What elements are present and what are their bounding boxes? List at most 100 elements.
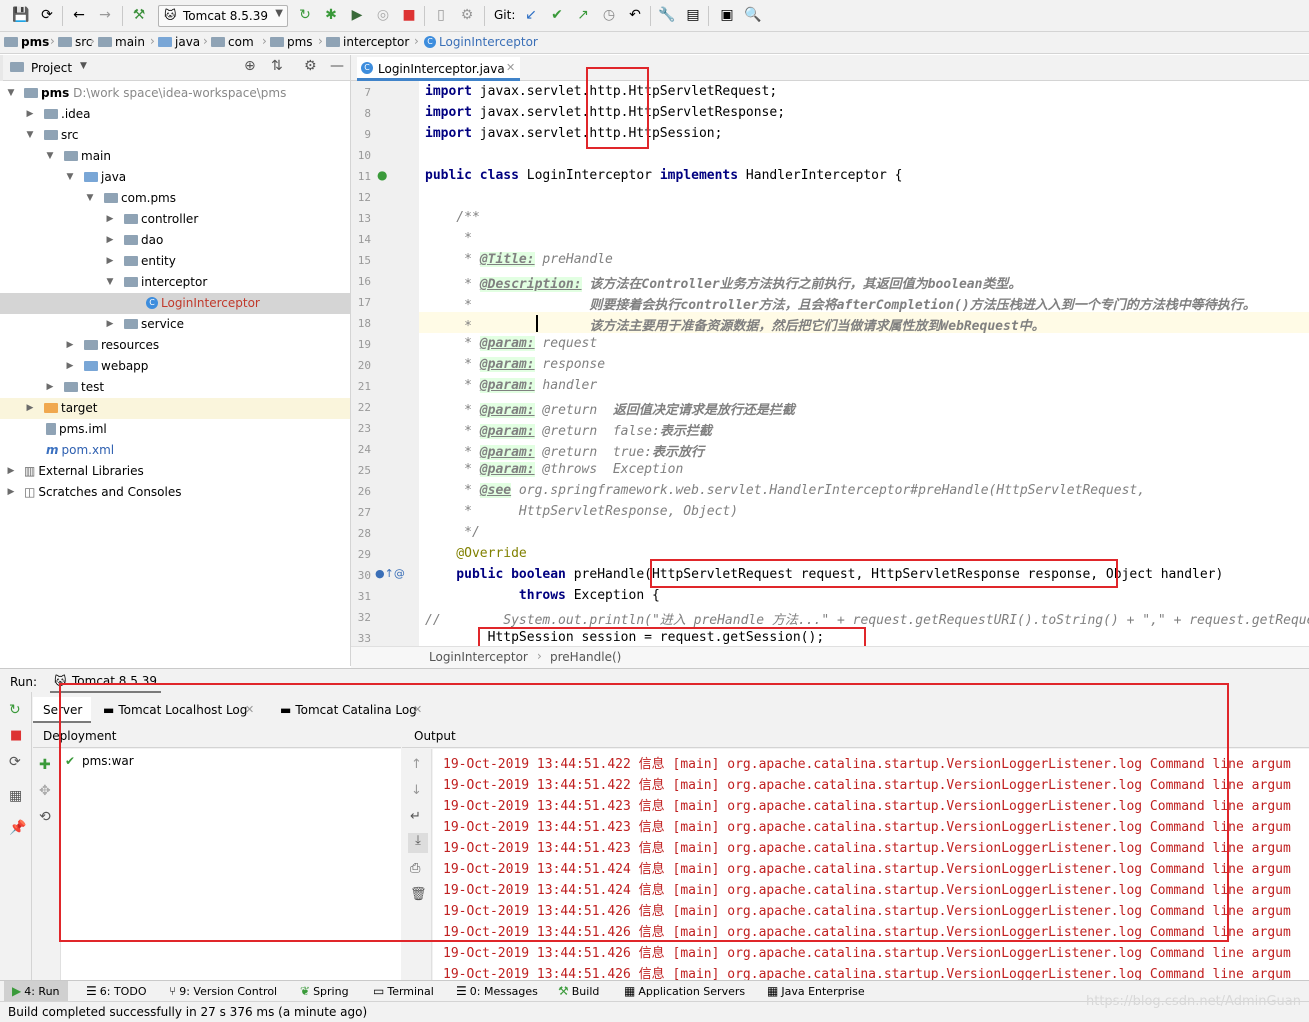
breadcrumb-item-src[interactable]: src xyxy=(58,35,93,49)
tool-tab-application-servers[interactable]: ▦ Application Servers xyxy=(624,984,745,998)
code-line-27[interactable]: * HttpServletResponse, Object) xyxy=(425,504,738,519)
close-icon[interactable]: ✕ xyxy=(506,61,515,74)
breadcrumb-item-java[interactable]: java xyxy=(158,35,200,49)
code-line-28[interactable]: */ xyxy=(425,525,480,540)
code-line-14[interactable]: * xyxy=(425,231,472,246)
tool-tab-java-enterprise[interactable]: ▦ Java Enterprise xyxy=(767,984,865,998)
tool-tab-terminal[interactable]: ▭ Terminal xyxy=(373,984,434,998)
tree-item-resources[interactable]: ▶ resources xyxy=(0,335,350,356)
tree-item-scratches[interactable]: ▶ ◫ Scratches and Consoles xyxy=(0,482,350,503)
profile-icon[interactable]: ◎ xyxy=(374,6,392,24)
project-structure-icon[interactable]: ▤ xyxy=(684,6,702,24)
implementing-gutter-icon[interactable]: ● xyxy=(377,168,387,182)
sync-icon[interactable]: ⟳ xyxy=(38,6,56,24)
code-line-22[interactable]: * @param: @return 返回值决定请求是放行还是拦截 xyxy=(425,399,795,418)
tree-item-pms-iml[interactable]: pms.iml xyxy=(0,419,350,440)
tree-item-idea[interactable]: ▶ .idea xyxy=(0,104,350,125)
breadcrumb-item-com[interactable]: com xyxy=(211,35,254,49)
tree-item-target[interactable]: ▶ target xyxy=(0,398,350,419)
save-icon[interactable]: 💾 xyxy=(12,6,30,24)
code-line-15[interactable]: * @Title: preHandle xyxy=(425,252,613,267)
code-line-23[interactable]: * @param: @return false:表示拦截 xyxy=(425,420,712,439)
code-line-26[interactable]: * @see org.springframework.web.servlet.H… xyxy=(425,483,1145,498)
code-line-18[interactable]: * 该方法主要用于准备资源数据，然后把它们当做请求属性放到WebRequest中… xyxy=(425,315,1045,334)
tree-item-src[interactable]: ▼ src xyxy=(0,125,350,146)
undeploy-icon[interactable]: ✥ xyxy=(39,783,51,799)
breadcrumb-item-interceptor[interactable]: interceptor xyxy=(326,35,409,49)
tool-tab-run[interactable]: ▶ 4: Run xyxy=(12,984,60,998)
collapse-all-icon[interactable]: ⇅ xyxy=(271,58,283,74)
locate-icon[interactable]: ⊕ xyxy=(244,58,256,74)
override-gutter-icon[interactable]: ●↑@ xyxy=(375,567,405,580)
tree-item-test[interactable]: ▶ test xyxy=(0,377,350,398)
stop-icon[interactable]: ■ xyxy=(10,728,22,743)
layout-icon[interactable]: ▦ xyxy=(9,788,22,804)
tree-item-dao[interactable]: ▶ dao xyxy=(0,230,350,251)
gear-icon[interactable]: ⚙ xyxy=(304,58,317,74)
debug-icon[interactable]: ✱ xyxy=(322,6,340,24)
code-line-31[interactable]: throws Exception { xyxy=(425,588,660,603)
breadcrumb-item-pms-pkg[interactable]: pms xyxy=(270,35,313,49)
rollback-icon[interactable]: ↶ xyxy=(626,6,644,24)
hide-icon[interactable]: — xyxy=(330,58,344,74)
tree-item-logininterceptor[interactable]: C LoginInterceptor xyxy=(0,293,350,314)
window-icon[interactable]: ▣ xyxy=(718,6,736,24)
attach-icon[interactable]: ⚙ xyxy=(458,6,476,24)
breadcrumb-item-logininterceptor[interactable]: C LoginInterceptor xyxy=(424,35,538,49)
project-panel-title[interactable]: Project xyxy=(31,61,72,75)
deploy-icon[interactable]: ✚ xyxy=(39,757,51,773)
code-line-19[interactable]: * @param: request xyxy=(425,336,597,351)
git-update-icon[interactable]: ↙ xyxy=(522,6,540,24)
breadcrumb-item-pms[interactable]: pms xyxy=(4,35,49,49)
code-line-13[interactable]: /** xyxy=(425,210,480,225)
code-line-32[interactable]: // System.out.println("进入 preHandle 方法..… xyxy=(425,609,1309,628)
tree-item-pms[interactable]: ▼ pms D:\work space\idea-workspace\pms xyxy=(0,83,350,104)
tree-item-webapp[interactable]: ▶ webapp xyxy=(0,356,350,377)
code-line-24[interactable]: * @param: @return true:表示放行 xyxy=(425,441,704,460)
forward-icon[interactable]: → xyxy=(96,6,114,24)
editor-tab-logininterceptor[interactable]: C LoginInterceptor.java ✕ xyxy=(357,57,520,81)
tool-tab-version-control[interactable]: ⑂ 9: Version Control xyxy=(169,984,277,998)
pin-icon[interactable]: 📌 xyxy=(9,820,26,836)
tool-tab-build[interactable]: ⚒ Build xyxy=(558,984,599,998)
rerun-icon[interactable]: ↻ xyxy=(9,702,21,718)
editor-breadcrumb-class[interactable]: LoginInterceptor xyxy=(429,650,528,664)
device-icon[interactable]: ▯ xyxy=(432,6,450,24)
code-line-9[interactable]: import javax.servlet.http.HttpSession; xyxy=(425,126,722,141)
code-line-11[interactable]: public class LoginInterceptor implements… xyxy=(425,168,902,183)
coverage-icon[interactable]: ▶ xyxy=(348,6,366,24)
git-commit-icon[interactable]: ✔ xyxy=(548,6,566,24)
run-config-select[interactable]: 🐱 Tomcat 8.5.39 ▼ xyxy=(158,5,288,27)
code-line-17[interactable]: * 则要接着会执行controller方法，且会将afterCompletion… xyxy=(425,294,1256,313)
tool-tab-messages[interactable]: ☰ 0: Messages xyxy=(456,984,538,998)
stop-icon[interactable]: ■ xyxy=(400,6,418,24)
build-hammer-icon[interactable]: ⚒ xyxy=(130,6,148,24)
tree-item-service[interactable]: ▶ service xyxy=(0,314,350,335)
tool-tab-spring[interactable]: ❦ Spring xyxy=(300,984,349,998)
tree-item-java[interactable]: ▼ java xyxy=(0,167,350,188)
search-icon[interactable]: 🔍 xyxy=(744,6,762,24)
refresh-icon[interactable]: ⟳ xyxy=(9,754,21,770)
redeploy-icon[interactable]: ⟲ xyxy=(39,809,51,825)
git-push-icon[interactable]: ↗ xyxy=(574,6,592,24)
settings-wrench-icon[interactable]: 🔧 xyxy=(658,6,676,24)
code-line-16[interactable]: * @Description: 该方法在Controller业务方法执行之前执行… xyxy=(425,273,1021,292)
history-icon[interactable]: ◷ xyxy=(600,6,618,24)
tree-item-controller[interactable]: ▶ controller xyxy=(0,209,350,230)
code-line-21[interactable]: * @param: handler xyxy=(425,378,597,393)
code-line-25[interactable]: * @param: @throws Exception xyxy=(425,462,683,477)
tree-item-com-pms[interactable]: ▼ com.pms xyxy=(0,188,350,209)
back-icon[interactable]: ← xyxy=(70,6,88,24)
tool-tab-todo[interactable]: ☰ 6: TODO xyxy=(86,984,146,998)
tree-item-external-libraries[interactable]: ▶ ▥ External Libraries xyxy=(0,461,350,482)
tree-item-interceptor[interactable]: ▼ interceptor xyxy=(0,272,350,293)
chevron-down-icon[interactable]: ▼ xyxy=(80,61,87,71)
code-line-20[interactable]: * @param: response xyxy=(425,357,605,372)
tree-item-pom-xml[interactable]: m pom.xml xyxy=(0,440,350,461)
code-line-29[interactable]: @Override xyxy=(425,546,526,561)
breadcrumb-item-main[interactable]: main xyxy=(98,35,145,49)
rerun-icon[interactable]: ↻ xyxy=(296,6,314,24)
tree-item-main[interactable]: ▼ main xyxy=(0,146,350,167)
tree-item-entity[interactable]: ▶ entity xyxy=(0,251,350,272)
editor-breadcrumb-method[interactable]: preHandle() xyxy=(550,650,621,664)
